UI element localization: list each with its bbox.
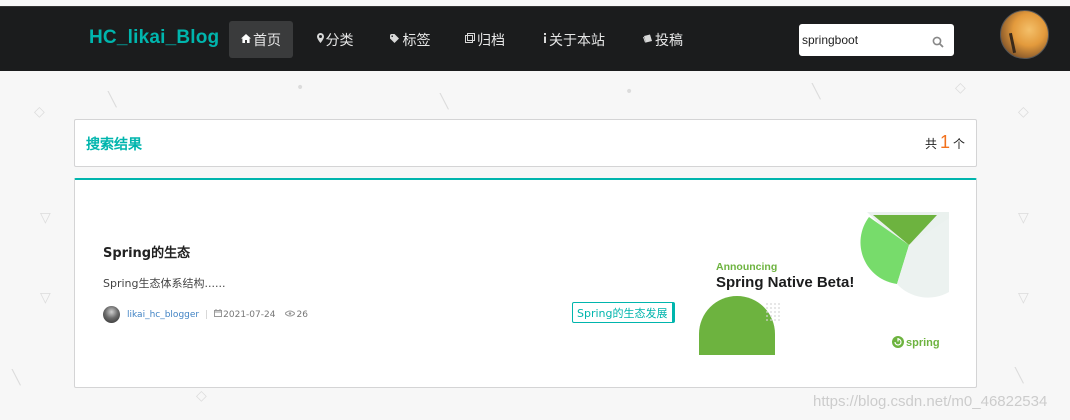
author-avatar [103, 306, 120, 323]
thumbnail-headline: Spring Native Beta! [716, 274, 854, 291]
nav-item-category[interactable]: 分类 [311, 21, 359, 58]
top-navbar: HC_likai_Blog 首页 分类 标签 归档 关于本站 投稿 [0, 6, 1070, 71]
nav-item-label: 归档 [477, 32, 505, 49]
post-tag[interactable]: Spring的生态发展 [572, 302, 675, 323]
watermark: https://blog.csdn.net/m0_46822534 [813, 393, 1048, 410]
tags-icon [389, 33, 401, 46]
search-box[interactable] [799, 24, 954, 56]
nav-item-label: 关于本站 [549, 32, 605, 49]
spring-logo-icon [892, 336, 904, 348]
info-icon [543, 33, 547, 46]
nav-item-label: 首页 [253, 32, 281, 49]
count-suffix: 个 [952, 137, 965, 151]
post-views: 26 [284, 309, 308, 320]
nav-item-about[interactable]: 关于本站 [537, 21, 611, 58]
post-thumbnail[interactable]: Announcing Spring Native Beta! spring [697, 212, 949, 357]
search-input[interactable] [801, 33, 929, 47]
nav-item-tags[interactable]: 标签 [386, 21, 434, 58]
map-pin-icon [316, 33, 324, 46]
thumbnail-announcing-text: Announcing [716, 261, 777, 273]
nav-item-label: 分类 [325, 32, 354, 49]
brand-logo[interactable]: HC_likai_Blog [89, 27, 219, 49]
search-results-title: 搜索结果 [86, 137, 142, 153]
nav-item-archive[interactable]: 归档 [462, 21, 508, 58]
post-views-count: 26 [296, 309, 308, 320]
post-date: 2021-07-24 [214, 309, 275, 320]
clone-icon [465, 33, 475, 46]
divider: | [205, 309, 209, 320]
user-avatar[interactable] [1000, 10, 1049, 59]
count-number: 1 [939, 132, 950, 152]
post-meta: likai_hc_blogger | 2021-07-24 26 [103, 306, 308, 323]
result-count: 共 1 个 [925, 132, 965, 153]
nav-item-label: 标签 [402, 32, 431, 49]
search-icon[interactable] [932, 33, 946, 48]
thumbnail-logo-text: spring [906, 337, 940, 349]
book-icon [643, 34, 653, 46]
post-card[interactable]: Spring的生态 Spring生态体系结构...... likai_hc_bl… [74, 178, 977, 388]
calendar-icon [214, 309, 223, 320]
count-prefix: 共 [924, 137, 937, 151]
post-title[interactable]: Spring的生态 [103, 242, 190, 261]
nav-item-submit[interactable]: 投稿 [640, 21, 686, 58]
post-excerpt: Spring生态体系结构...... [103, 277, 226, 290]
nav-item-home[interactable]: 首页 [229, 21, 293, 58]
post-date-text: 2021-07-24 [223, 309, 276, 320]
nav-item-label: 投稿 [655, 32, 683, 49]
home-icon [241, 33, 251, 46]
eye-icon [284, 310, 297, 320]
author-name[interactable]: likai_hc_blogger [127, 310, 199, 320]
search-results-header: 搜索结果 共 1 个 [74, 119, 977, 167]
